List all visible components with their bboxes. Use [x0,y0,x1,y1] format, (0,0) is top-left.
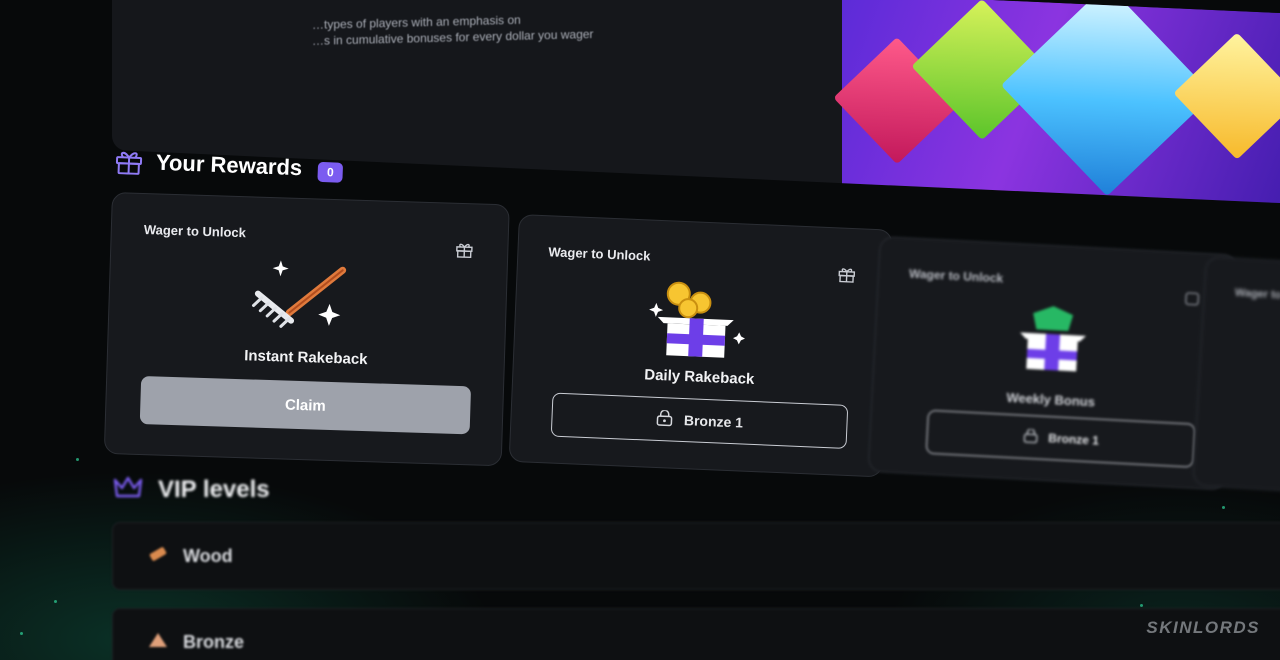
locked-tier-label: Bronze 1 [1047,431,1100,448]
particle [1140,604,1143,607]
gift-icon [114,148,145,175]
reward-card-daily-rakeback: Wager to Unlock Daily Rakeback Bronze 1 [508,214,893,478]
particle [76,458,79,461]
lock-icon [656,409,675,429]
wood-icon [147,544,169,569]
gift-icon [1184,291,1201,311]
vip-level-name: Wood [183,545,233,566]
vip-level-name: Bronze [183,631,245,652]
card-title: Instant Rakeback [243,347,368,369]
vip-level-wood[interactable]: Wood [112,522,1280,590]
locked-tier-label: Bronze 1 [683,412,744,431]
bronze-icon [147,630,169,655]
card-title: Daily Rakeback [643,366,755,388]
rewards-title: Your Rewards [155,149,303,181]
page: …types of players with an emphasis on …s… [0,0,1280,660]
hero-description: …types of players with an emphasis on …s… [312,10,593,49]
lock-icon [1022,428,1039,446]
gift-icon [455,242,474,264]
watermark-logo: SKINLORDS [1146,618,1260,637]
locked-tier-button[interactable]: Bronze 1 [925,409,1196,468]
crown-icon [112,474,144,505]
card-label: Wager to Unlock [908,266,1004,286]
particle [1222,506,1225,509]
card-label: Wager to Unlock [1234,286,1280,304]
gift-icon [837,266,856,288]
coins-gift-icon [646,279,749,368]
reward-card-weekly-bonus: Wager to Unlock Weekly Bonus Bronze 1 [867,236,1238,491]
vip-header: VIP levels [112,474,270,505]
rake-icon [248,259,361,347]
vip-title: VIP levels [158,475,270,503]
particle [20,632,23,635]
reward-card-partial: Wager to Unlock [1192,256,1280,496]
gem-gift-icon [1005,302,1099,392]
rewards-count-badge: 0 [317,161,344,183]
hero-gems-image [833,0,1280,205]
card-label: Wager to Unlock [143,222,247,241]
particle [54,600,57,603]
vip-level-bronze[interactable]: Bronze [112,608,1280,660]
gem-yellow [1173,32,1280,160]
claim-button[interactable]: Claim [139,376,472,435]
locked-tier-button[interactable]: Bronze 1 [550,392,849,449]
reward-card-instant-rakeback: Wager to Unlock Instant Rakeback Claim [103,192,510,467]
card-label: Wager to Unlock [548,244,651,264]
